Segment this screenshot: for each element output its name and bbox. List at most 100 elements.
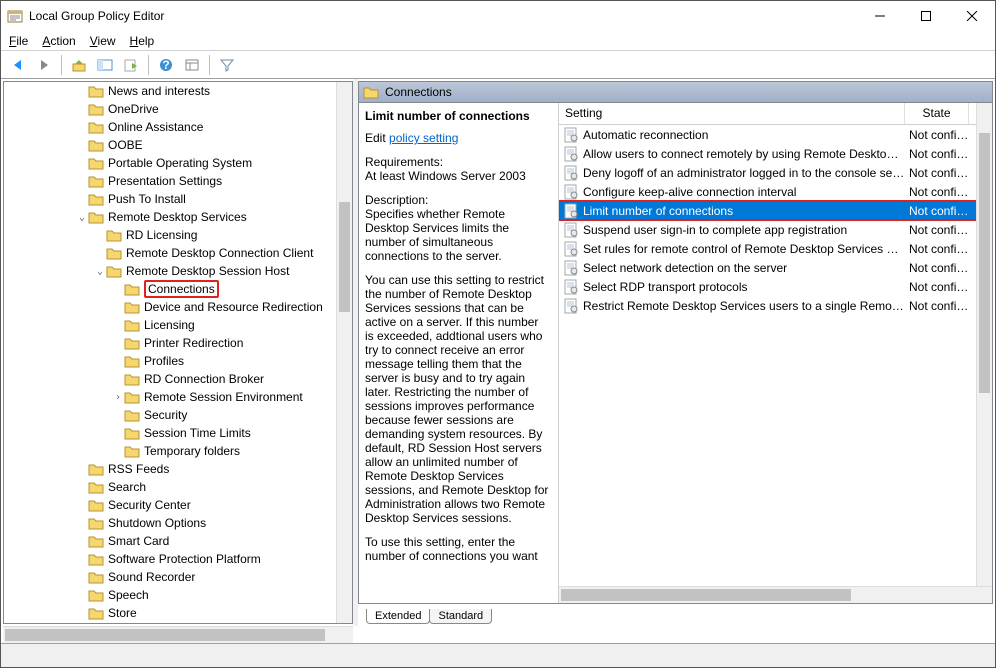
right-header: Connections	[358, 81, 993, 103]
requirements-text: At least Windows Server 2003	[365, 169, 550, 183]
setting-name: Suspend user sign-in to complete app reg…	[583, 223, 847, 237]
tree-label: Remote Session Environment	[144, 390, 303, 404]
tree-item[interactable]: › Remote Session Environment	[4, 388, 352, 406]
tree-item[interactable]: RSS Feeds	[4, 460, 352, 478]
tree-item[interactable]: OneDrive	[4, 100, 352, 118]
tree-label: Presentation Settings	[108, 174, 222, 188]
tree-pane[interactable]: News and interests OneDriveOnline Assista…	[3, 81, 353, 624]
back-button[interactable]	[7, 54, 29, 76]
tree-item[interactable]: Profiles	[4, 352, 352, 370]
up-button[interactable]	[68, 54, 90, 76]
tree-label: Push To Install	[108, 192, 186, 206]
list-row[interactable]: Configure keep-alive connection interval…	[559, 182, 992, 201]
app-window: Local Group Policy Editor File Action Vi…	[0, 0, 996, 668]
maximize-button[interactable]	[903, 1, 949, 31]
window-title: Local Group Policy Editor	[29, 9, 857, 23]
settings-list: Setting State Automatic reconnectionNot …	[559, 103, 992, 603]
view-tabs: Extended Standard	[358, 604, 993, 624]
tree-item[interactable]: Printer Redirection	[4, 334, 352, 352]
tree-item[interactable]: Session Time Limits	[4, 424, 352, 442]
menu-action[interactable]: Action	[42, 34, 75, 48]
policy-setting-link[interactable]: policy setting	[389, 131, 458, 145]
tree-label: OOBE	[108, 138, 143, 152]
tree-label: News and interests	[108, 84, 210, 98]
tree-item[interactable]: Push To Install	[4, 190, 352, 208]
tree-item[interactable]: Remote Desktop Connection Client	[4, 244, 352, 262]
tree-scrollbar-h[interactable]	[3, 626, 353, 643]
tree-item[interactable]: Store	[4, 604, 352, 622]
expand-icon[interactable]: ›	[112, 392, 124, 403]
list-scrollbar-v[interactable]	[976, 103, 992, 586]
right-pane: Connections Limit number of connections …	[358, 81, 993, 624]
forward-button[interactable]	[33, 54, 55, 76]
col-setting[interactable]: Setting	[559, 103, 905, 124]
filter-button[interactable]	[216, 54, 238, 76]
tree-label: Session Time Limits	[144, 426, 251, 440]
tree-label: Printer Redirection	[144, 336, 243, 350]
menu-file[interactable]: File	[9, 34, 28, 48]
minimize-button[interactable]	[857, 1, 903, 31]
list-row[interactable]: Limit number of connectionsNot configur	[559, 201, 992, 220]
list-row[interactable]: Suspend user sign-in to complete app reg…	[559, 220, 992, 239]
tree-item[interactable]: Connections	[4, 280, 352, 298]
tree-item[interactable]: ⌄Remote Desktop Services	[4, 208, 352, 226]
tree-item[interactable]: RD Connection Broker	[4, 370, 352, 388]
tab-standard[interactable]: Standard	[429, 609, 492, 624]
tree-item[interactable]: Software Protection Platform	[4, 550, 352, 568]
list-row[interactable]: Restrict Remote Desktop Services users t…	[559, 296, 992, 315]
tree-item[interactable]: Security Center	[4, 496, 352, 514]
description-pane: Limit number of connections Edit policy …	[359, 103, 559, 603]
description-text-3: To use this setting, enter the number of…	[365, 535, 550, 563]
help-button[interactable]: ?	[155, 54, 177, 76]
menu-view[interactable]: View	[90, 34, 116, 48]
setting-state: Not configur	[905, 280, 969, 294]
list-row[interactable]: Deny logoff of an administrator logged i…	[559, 163, 992, 182]
tree-label: RSS Feeds	[108, 462, 169, 476]
tree-label: Security	[144, 408, 187, 422]
setting-name: Select network detection on the server	[583, 261, 787, 275]
tree-item[interactable]: ⌄Remote Desktop Session Host	[4, 262, 352, 280]
tree-item[interactable]: Sound Recorder	[4, 568, 352, 586]
tree-scrollbar[interactable]	[336, 82, 352, 623]
collapse-icon[interactable]: ⌄	[94, 266, 106, 277]
tree-item[interactable]: Presentation Settings	[4, 172, 352, 190]
menu-help[interactable]: Help	[130, 34, 155, 48]
export-button[interactable]	[120, 54, 142, 76]
list-row[interactable]: Allow users to connect remotely by using…	[559, 144, 992, 163]
policy-title: Limit number of connections	[365, 109, 550, 123]
app-icon	[7, 8, 23, 24]
tab-extended[interactable]: Extended	[366, 609, 430, 624]
tree-item[interactable]: Security	[4, 406, 352, 424]
tree-label: RD Licensing	[126, 228, 197, 242]
list-row[interactable]: Select RDP transport protocolsNot config…	[559, 277, 992, 296]
list-row[interactable]: Automatic reconnectionNot configur	[559, 125, 992, 144]
list-scrollbar-h[interactable]	[559, 586, 992, 603]
tree-item[interactable]: Search	[4, 478, 352, 496]
tree-item[interactable]: RD Licensing	[4, 226, 352, 244]
tree-item[interactable]: OOBE	[4, 136, 352, 154]
list-row[interactable]: Select network detection on the server No…	[559, 258, 992, 277]
tree-item[interactable]: Licensing	[4, 316, 352, 334]
description-text-1: Specifies whether Remote Desktop Service…	[365, 207, 550, 263]
tree-item[interactable]: Speech	[4, 586, 352, 604]
properties-button[interactable]	[181, 54, 203, 76]
tree-item[interactable]: Online Assistance	[4, 118, 352, 136]
tree-item[interactable]: Shutdown Options	[4, 514, 352, 532]
tree-label: Smart Card	[108, 534, 169, 548]
col-state[interactable]: State	[905, 103, 969, 124]
setting-state: Not configur	[905, 185, 969, 199]
show-hide-tree-button[interactable]	[94, 54, 116, 76]
svg-text:?: ?	[162, 58, 169, 72]
close-button[interactable]	[949, 1, 995, 31]
setting-state: Not configur	[905, 261, 969, 275]
list-row[interactable]: Set rules for remote control of Remote D…	[559, 239, 992, 258]
edit-label: Edit	[365, 131, 386, 145]
tree-item[interactable]: News and interests	[4, 82, 352, 100]
tree-item[interactable]: Smart Card	[4, 532, 352, 550]
tree-item[interactable]: Portable Operating System	[4, 154, 352, 172]
setting-name: Automatic reconnection	[583, 128, 708, 142]
collapse-icon[interactable]: ⌄	[76, 212, 88, 223]
tree-item[interactable]: Temporary folders	[4, 442, 352, 460]
tree-item[interactable]: Device and Resource Redirection	[4, 298, 352, 316]
tree-label: Sound Recorder	[108, 570, 195, 584]
